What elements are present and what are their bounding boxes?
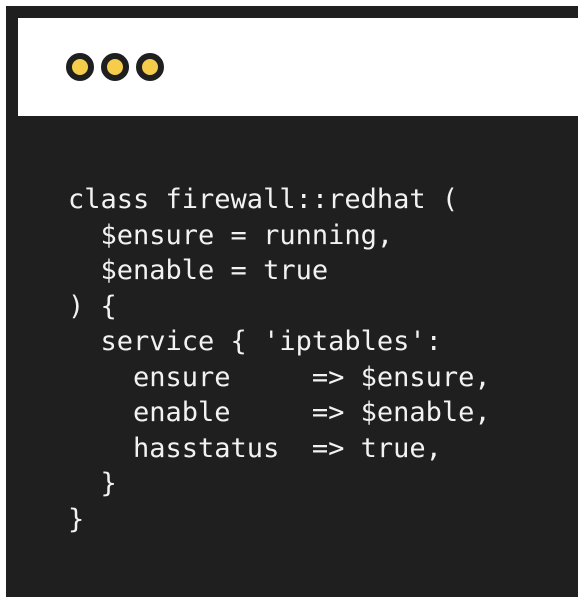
code-line: enable => $enable, — [68, 397, 491, 428]
code-line: ensure => $ensure, — [68, 361, 491, 393]
window-titlebar — [18, 18, 578, 116]
code-line: service { 'iptables': — [68, 326, 442, 357]
code-block: class firewall::redhat ( $ensure = runni… — [68, 182, 491, 537]
code-line: ) { — [68, 290, 117, 322]
code-line: } — [68, 468, 117, 499]
code-line: } — [68, 503, 85, 535]
code-line: class firewall::redhat ( — [68, 184, 459, 215]
window-dot-2-icon[interactable] — [101, 53, 129, 81]
code-line: $enable = true — [68, 255, 329, 286]
code-line: hasstatus => true, — [68, 432, 442, 464]
window-dot-1-icon[interactable] — [66, 53, 94, 81]
window-dot-3-icon[interactable] — [136, 53, 164, 81]
code-window: class firewall::redhat ( $ensure = runni… — [6, 6, 578, 597]
code-line: $ensure = running, — [68, 219, 394, 251]
